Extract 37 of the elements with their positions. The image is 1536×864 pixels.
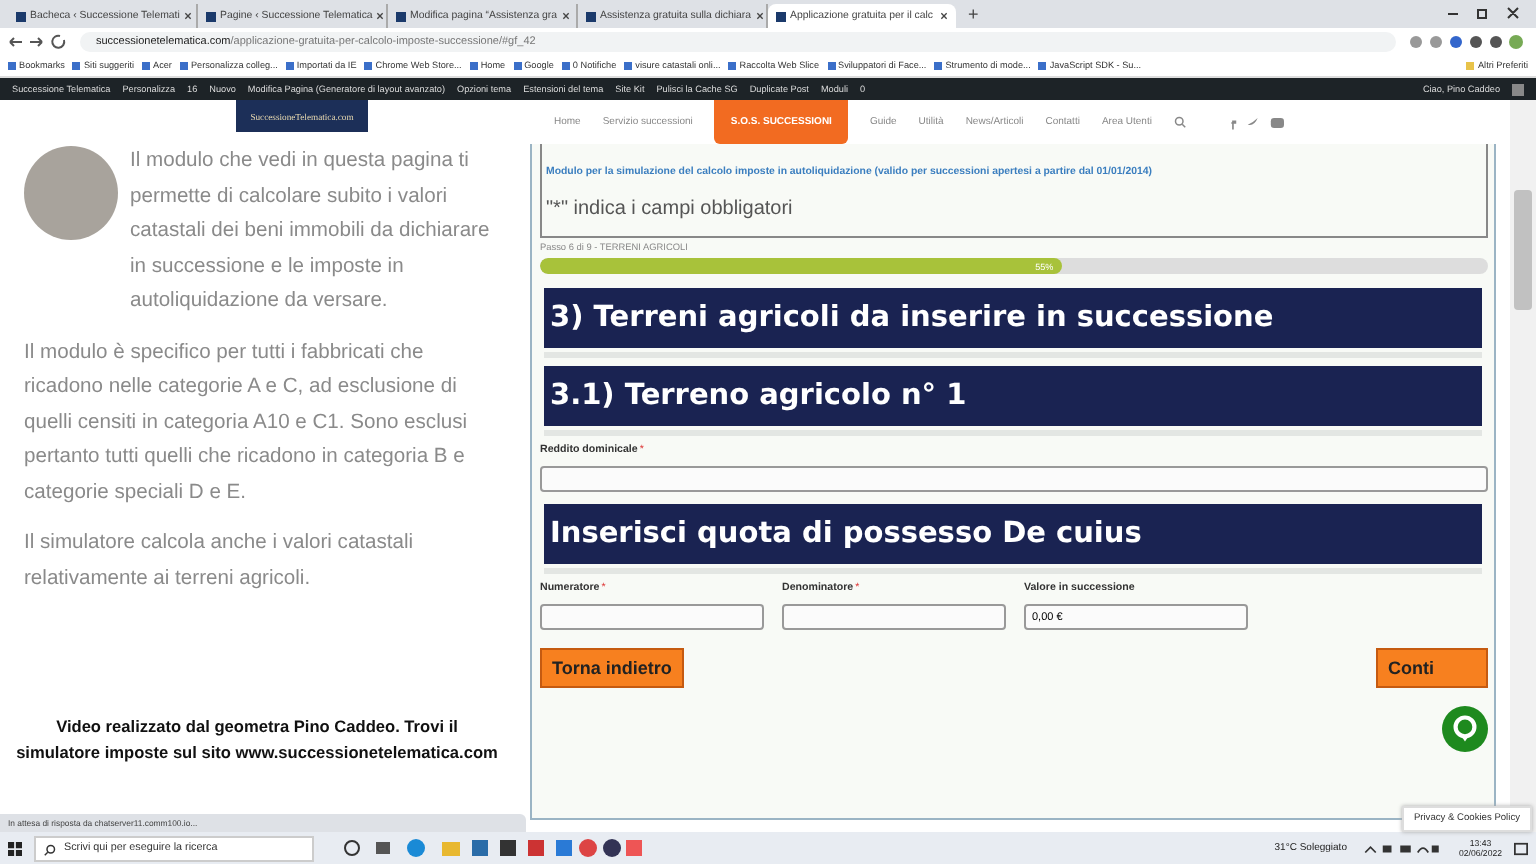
section-heading: 3.1) Terreno agricolo n° 1 [544,366,1482,430]
new-tab-button[interactable]: + [956,4,991,24]
site-favicon-icon [586,11,596,21]
section-heading: Inserisci quota di possesso De cuius [544,504,1482,568]
user-avatar [1512,83,1524,95]
site-favicon-icon [206,11,216,21]
site-favicon-icon [776,11,786,21]
back-button[interactable]: Torna indietro [540,648,684,688]
taskbar-app-icons-icon[interactable] [342,838,642,858]
close-icon[interactable] [755,12,764,20]
extension-icons-icon[interactable] [1408,33,1528,49]
search-icon [44,843,56,855]
section-heading: 3) Terreni agricoli da inserire in successione [544,288,1482,352]
social-icons-icon[interactable] [1227,115,1284,129]
search-icon[interactable] [1173,116,1186,128]
article-paragraph: Il modulo che vedi in questa pagina ti permette di calcolare subito i valori catastali dei beni immobili da dichiarare in successione e le imposte in autoliquidazione da versare. [130,148,492,316]
close-icon[interactable] [183,12,192,20]
article-paragraph: Il simulatore calcola anche i valori catastali relativamente ai terreni agricoli. [24,530,416,593]
windows-start-icon[interactable] [8,841,22,855]
input-field[interactable] [540,604,764,630]
chat-icon[interactable] [1442,706,1488,752]
close-icon[interactable] [561,12,570,20]
avatar-circle [24,146,118,240]
required-note: "*" indica i campi obbligatori [546,198,795,220]
navigation-arrows-icon[interactable] [8,33,68,49]
notification-icon[interactable] [1514,841,1528,855]
video-caption: Video realizzato dal geometra Pino Caddeo. Trovi il simulatore imposte sul sito www.successionetelematica.com [14,714,500,766]
scrollbar-thumb[interactable] [1514,190,1532,310]
window-controls-icon[interactable] [1444,6,1524,22]
close-icon[interactable] [376,12,385,20]
close-icon[interactable] [940,12,948,20]
site-favicon-icon [396,11,406,21]
next-button[interactable]: Conti [1376,648,1488,688]
input-field[interactable] [540,466,1488,492]
site-favicon-icon [16,11,26,21]
article-paragraph: Il modulo è specifico per tutti i fabbricati che ricadono nelle categorie A e C, ad esclusione di quelli censiti in categoria A10 e C1. Sono esclusi pertanto tutti quelli che ricadono in categoria B e categorie speciali D e E. [24,339,470,507]
input-field[interactable] [782,604,1006,630]
